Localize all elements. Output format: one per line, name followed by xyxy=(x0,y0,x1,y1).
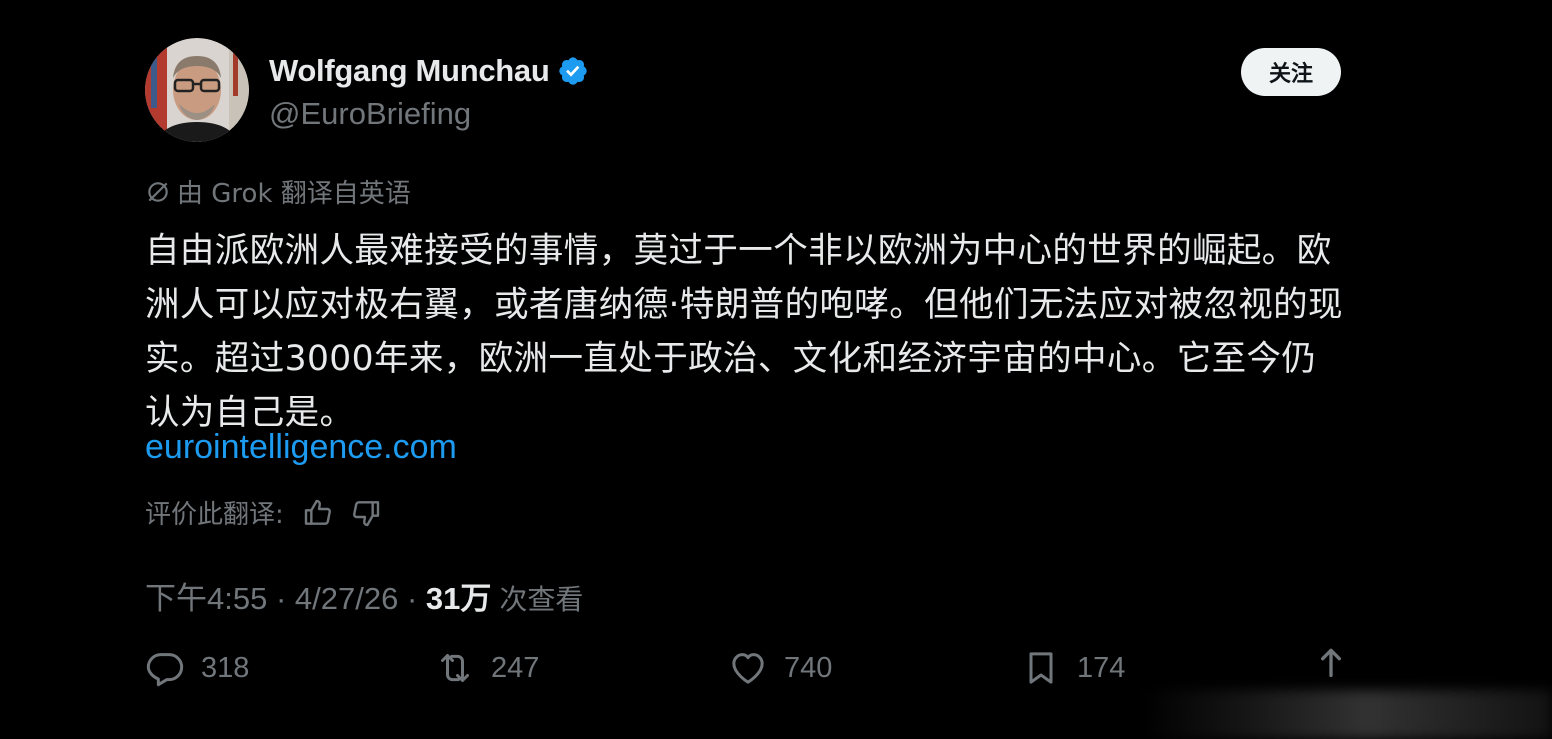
rate-translation-label: 评价此翻译: xyxy=(145,500,284,530)
reply-icon xyxy=(146,653,184,687)
translation-label[interactable]: 由 Grok 翻译自英语 xyxy=(177,173,411,210)
share-button[interactable] xyxy=(1311,642,1351,682)
bookmark-icon xyxy=(1029,652,1053,684)
like-button[interactable]: 740 xyxy=(728,648,832,688)
heart-icon xyxy=(732,653,764,684)
tweet-date[interactable]: 4/27/26 xyxy=(295,581,398,617)
retweet-count: 247 xyxy=(491,651,540,684)
action-bar: 318 247 740 174 xyxy=(145,648,1345,696)
name-row: Wolfgang Munchau xyxy=(269,48,589,94)
grok-icon xyxy=(148,181,168,202)
meta-separator: · xyxy=(267,581,295,616)
views-label: 次查看 xyxy=(499,583,584,616)
retweet-button[interactable]: 247 xyxy=(435,648,539,688)
author-display-name[interactable]: Wolfgang Munchau xyxy=(269,53,550,89)
bookmark-button[interactable]: 174 xyxy=(1021,648,1125,688)
like-count: 740 xyxy=(784,651,833,684)
tweet-card: Wolfgang Munchau @EuroBriefing 关注 由 Grok… xyxy=(145,38,1345,687)
author-handle[interactable]: @EuroBriefing xyxy=(269,96,589,132)
tweet-text: 自由派欧洲人最难接受的事情，莫过于一个非以欧洲为中心的世界的崛起。欧洲人可以应对… xyxy=(145,231,1343,433)
thumbs-up-icon[interactable] xyxy=(302,497,334,529)
views-count: 31万 xyxy=(425,581,492,616)
rate-translation-row: 评价此翻译: xyxy=(145,494,382,531)
tweet-time[interactable]: 下午4:55 xyxy=(145,573,267,618)
thumbs-down-icon[interactable] xyxy=(350,497,382,529)
reply-count: 318 xyxy=(201,651,250,684)
translation-notice: 由 Grok 翻译自英语 xyxy=(145,173,411,210)
share-icon xyxy=(1321,648,1341,677)
author-info: Wolfgang Munchau @EuroBriefing xyxy=(269,48,589,132)
avatar[interactable] xyxy=(145,38,249,142)
meta-separator: · xyxy=(398,581,426,616)
reply-button[interactable]: 318 xyxy=(145,648,249,688)
verified-badge-icon[interactable] xyxy=(557,55,589,87)
retweet-icon xyxy=(441,654,469,682)
tweet-link[interactable]: eurointelligence.com xyxy=(145,428,457,467)
bookmark-count: 174 xyxy=(1077,651,1126,684)
avatar-image xyxy=(145,38,249,142)
follow-button[interactable]: 关注 xyxy=(1241,48,1341,96)
blurred-overlay xyxy=(1140,690,1552,739)
tweet-header: Wolfgang Munchau @EuroBriefing 关注 xyxy=(145,38,1345,148)
tweet-meta: 下午4:55 · 4/27/26 · 31万 次查看 xyxy=(145,573,583,618)
